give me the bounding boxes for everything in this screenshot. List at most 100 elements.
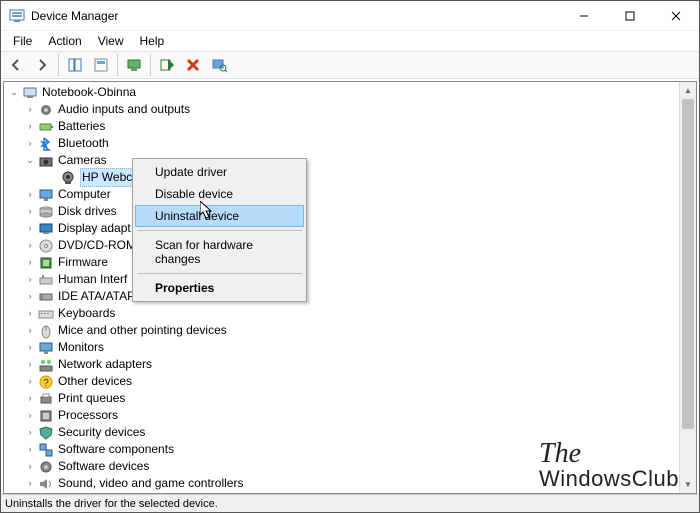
tree-category[interactable]: › Disk drives	[6, 203, 696, 220]
expand-icon[interactable]: ›	[24, 410, 36, 422]
expand-icon[interactable]: ›	[24, 427, 36, 439]
tree-category-label: Processors	[58, 407, 118, 424]
collapse-icon[interactable]: ⌄	[8, 87, 20, 99]
svg-text:?: ?	[43, 378, 49, 389]
tree-category[interactable]: › IDE ATA/ATAP...	[6, 288, 696, 305]
tree-category[interactable]: ›Human Interf	[6, 271, 696, 288]
menu-file[interactable]: File	[5, 32, 40, 50]
cpu-icon	[38, 425, 54, 441]
tree-category[interactable]: ⌄ Cameras	[6, 152, 696, 169]
ctx-update-driver[interactable]: Update driver	[135, 161, 304, 183]
expand-icon[interactable]: ›	[24, 223, 36, 235]
scroll-up-icon[interactable]: ▲	[680, 82, 696, 99]
expand-icon[interactable]: ›	[24, 240, 36, 252]
expand-icon[interactable]: ›	[24, 121, 36, 133]
expand-icon[interactable]: ›	[24, 325, 36, 337]
device-tree[interactable]: ⌄ Notebook-Obinna›Audio inputs and output…	[4, 82, 696, 494]
expand-icon[interactable]: ›	[24, 308, 36, 320]
expand-icon[interactable]: ›	[24, 359, 36, 371]
show-hide-tree-icon[interactable]	[63, 53, 87, 77]
expand-icon[interactable]: ›	[24, 444, 36, 456]
tree-category[interactable]: ›Security devices	[6, 424, 696, 441]
tree-category-label: Firmware	[58, 254, 108, 271]
tree-category[interactable]: › Processors	[6, 407, 696, 424]
ctx-separator	[137, 230, 302, 231]
tree-category[interactable]: ›Mice and other pointing devices	[6, 322, 696, 339]
close-button[interactable]	[653, 1, 699, 31]
tree-root-label: Notebook-Obinna	[42, 84, 136, 101]
forward-icon[interactable]	[30, 53, 54, 77]
expand-icon[interactable]: ›	[24, 138, 36, 150]
menu-view[interactable]: View	[90, 32, 132, 50]
expand-icon[interactable]: ›	[24, 342, 36, 354]
tree-category-label: Monitors	[58, 339, 104, 356]
expand-icon[interactable]: ›	[24, 478, 36, 490]
tree-category[interactable]: ›?Other devices	[6, 373, 696, 390]
ctx-uninstall-device[interactable]: Uninstall device	[135, 205, 304, 227]
uninstall-device-icon[interactable]	[181, 53, 205, 77]
expand-icon[interactable]: ›	[24, 393, 36, 405]
tree-category[interactable]: › Monitors	[6, 339, 696, 356]
disc-icon	[38, 255, 54, 271]
expand-icon[interactable]: ›	[24, 189, 36, 201]
tree-category-label: Cameras	[58, 152, 107, 169]
tree-category-label: Disk drives	[58, 203, 117, 220]
enable-device-icon[interactable]	[155, 53, 179, 77]
tree-category[interactable]: › Display adapt	[6, 220, 696, 237]
tree-category[interactable]: ›DVD/CD-ROM	[6, 237, 696, 254]
display-icon	[38, 238, 54, 254]
device-tree-panel: ⌄ Notebook-Obinna›Audio inputs and output…	[3, 81, 697, 494]
tree-category-label: Display adapt	[58, 220, 131, 237]
mouse-icon	[38, 340, 54, 356]
expand-icon[interactable]: ›	[24, 291, 36, 303]
expand-icon[interactable]: ›	[24, 206, 36, 218]
expand-icon[interactable]: ›	[24, 461, 36, 473]
scroll-down-icon[interactable]: ▼	[680, 476, 696, 493]
monitor-icon	[38, 204, 54, 220]
vertical-scrollbar[interactable]: ▲ ▼	[679, 82, 696, 493]
minimize-button[interactable]	[561, 1, 607, 31]
tree-category[interactable]: ›Print queues	[6, 390, 696, 407]
tree-category-label: Batteries	[58, 118, 105, 135]
watermark: The WindowsClub	[539, 440, 679, 490]
printer-icon	[38, 408, 54, 424]
tree-root[interactable]: ⌄ Notebook-Obinna	[6, 84, 696, 101]
expand-icon[interactable]: ›	[24, 376, 36, 388]
tree-category-label: IDE ATA/ATAP...	[58, 288, 144, 305]
monitor-icon	[38, 357, 54, 373]
expand-icon[interactable]: ›	[24, 104, 36, 116]
menu-action[interactable]: Action	[40, 32, 89, 50]
tree-category[interactable]: › Network adapters	[6, 356, 696, 373]
tree-category-label: Network adapters	[58, 356, 152, 373]
keyboard-icon	[38, 323, 54, 339]
scan-hardware-icon[interactable]	[207, 53, 231, 77]
tree-device[interactable]: HP Webcam	[6, 169, 696, 186]
status-text: Uninstalls the driver for the selected d…	[5, 498, 218, 510]
tree-category-label: Software components	[58, 441, 174, 458]
expand-icon[interactable]: ›	[24, 274, 36, 286]
ctx-properties[interactable]: Properties	[135, 277, 304, 299]
disk-icon	[38, 221, 54, 237]
ide-icon	[38, 306, 54, 322]
speaker-icon	[38, 102, 54, 118]
expand-icon[interactable]: ⌄	[24, 155, 36, 167]
tree-category[interactable]: › Firmware	[6, 254, 696, 271]
scroll-thumb[interactable]	[682, 99, 694, 429]
tree-category[interactable]: › Batteries	[6, 118, 696, 135]
maximize-button[interactable]	[607, 1, 653, 31]
tree-category[interactable]: ›Keyboards	[6, 305, 696, 322]
reserved-icon[interactable]	[89, 53, 113, 77]
update-driver-icon[interactable]	[122, 53, 146, 77]
toolbar	[1, 51, 699, 79]
component-icon	[38, 459, 54, 475]
tree-category[interactable]: ›Audio inputs and outputs	[6, 101, 696, 118]
back-icon[interactable]	[4, 53, 28, 77]
ctx-disable-device[interactable]: Disable device	[135, 183, 304, 205]
ctx-scan-hardware[interactable]: Scan for hardware changes	[135, 234, 304, 270]
watermark-line2: WindowsClub	[539, 468, 679, 490]
menu-help[interactable]: Help	[132, 32, 173, 50]
app-icon	[9, 8, 25, 24]
expand-icon[interactable]: ›	[24, 257, 36, 269]
tree-category[interactable]: ›Bluetooth	[6, 135, 696, 152]
tree-category[interactable]: ›Computer	[6, 186, 696, 203]
